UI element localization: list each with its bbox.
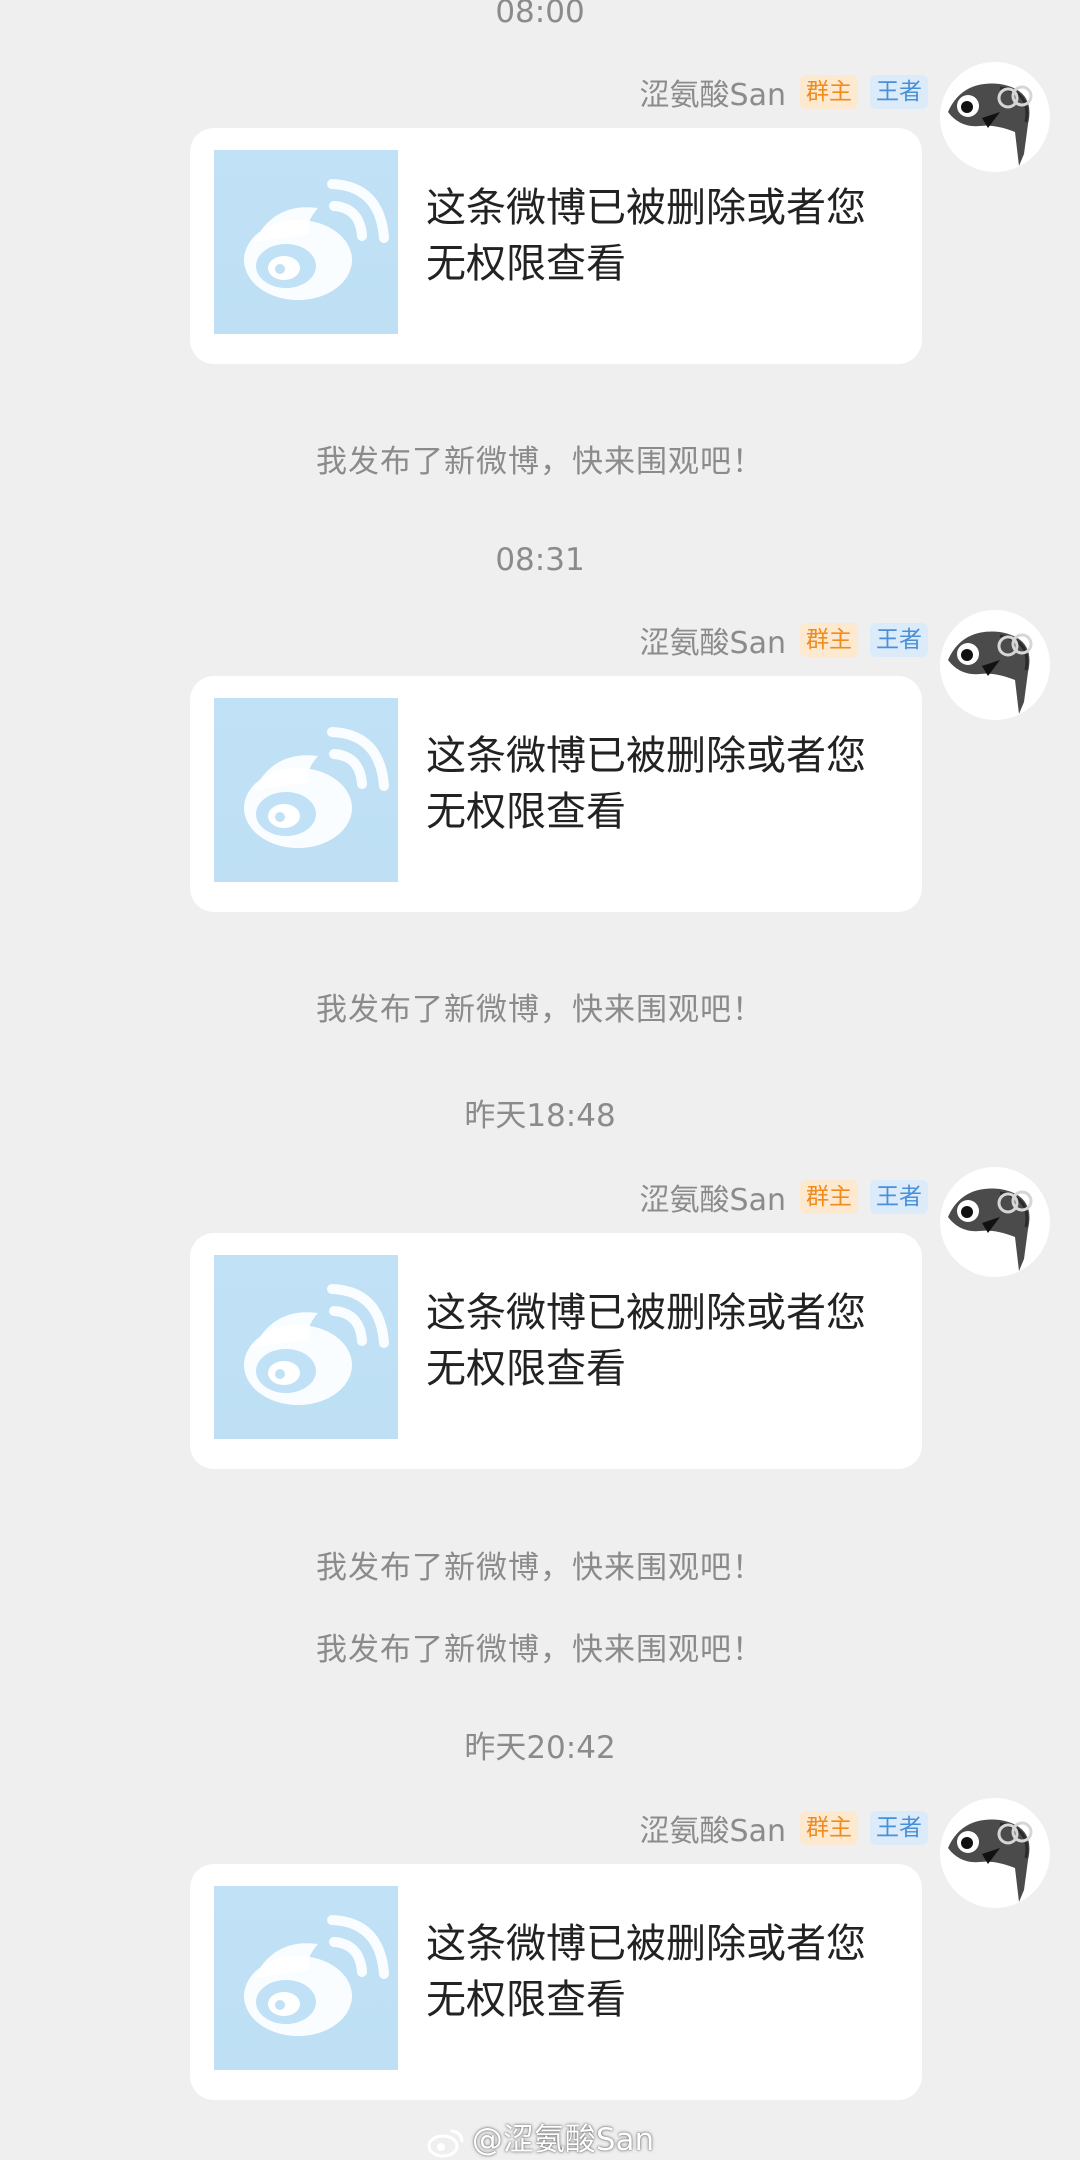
watermark-text: @涩氨酸San xyxy=(471,2122,655,2158)
sender-name[interactable]: 涩氨酸San xyxy=(640,70,786,114)
avatar[interactable] xyxy=(940,1798,1050,1908)
weibo-logo-icon xyxy=(244,1915,389,2036)
weibo-thumbnail xyxy=(214,698,398,882)
level-badge: 王者 xyxy=(870,1180,928,1214)
level-badge: 王者 xyxy=(870,75,928,109)
weibo-thumbnail xyxy=(214,150,398,334)
system-notice: 我发布了新微博，快来围观吧！ xyxy=(316,992,764,1028)
sender-name[interactable]: 涩氨酸San xyxy=(640,1175,786,1219)
avatar[interactable] xyxy=(940,610,1050,720)
owner-badge: 群主 xyxy=(800,1180,858,1214)
sender-row: 涩氨酸San 群主 王者 xyxy=(640,1175,928,1219)
weibo-logo-icon xyxy=(244,727,389,848)
sender-name[interactable]: 涩氨酸San xyxy=(640,618,786,662)
card-text: 这条微博已被删除或者您无权限查看 xyxy=(426,1290,866,1392)
avatar[interactable] xyxy=(940,62,1050,172)
weibo-share-card[interactable]: 这条微博已被删除或者您无权限查看 xyxy=(190,1864,922,2100)
level-badge: 王者 xyxy=(870,1811,928,1845)
penguin-avatar-icon xyxy=(948,1819,1033,1902)
card-text: 这条微博已被删除或者您无权限查看 xyxy=(426,733,866,835)
penguin-avatar-icon xyxy=(948,631,1033,714)
timestamp: 昨天18:48 xyxy=(464,1098,616,1134)
penguin-avatar-icon xyxy=(948,1188,1033,1271)
owner-badge: 群主 xyxy=(800,623,858,657)
penguin-avatar-icon xyxy=(948,83,1033,166)
sender-row: 涩氨酸San 群主 王者 xyxy=(640,618,928,662)
weibo-share-card[interactable]: 这条微博已被删除或者您无权限查看 xyxy=(190,128,922,364)
chat-message: 涩氨酸San 群主 王者 这条微博已被删除或者您无权限查看 xyxy=(0,610,1080,920)
sender-row: 涩氨酸San 群主 王者 xyxy=(640,1806,928,1850)
sender-row: 涩氨酸San 群主 王者 xyxy=(640,70,928,114)
weibo-thumbnail xyxy=(214,1886,398,2070)
weibo-share-card[interactable]: 这条微博已被删除或者您无权限查看 xyxy=(190,676,922,912)
owner-badge: 群主 xyxy=(800,1811,858,1845)
chat-message: 涩氨酸San 群主 王者 这条微博已被删除或者您无权限查看 xyxy=(0,1167,1080,1477)
timestamp: 昨天20:42 xyxy=(464,1730,616,1766)
avatar[interactable] xyxy=(940,1167,1050,1277)
chat-message: 涩氨酸San 群主 王者 这条微博已被删除或者您无权限查看 xyxy=(0,62,1080,372)
owner-badge: 群主 xyxy=(800,75,858,109)
timestamp: 08:00 xyxy=(495,0,585,30)
weibo-thumbnail xyxy=(214,1255,398,1439)
weibo-logo-icon xyxy=(427,2129,464,2157)
weibo-share-card[interactable]: 这条微博已被删除或者您无权限查看 xyxy=(190,1233,922,1469)
timestamp: 08:31 xyxy=(495,542,585,578)
system-notice: 我发布了新微博，快来围观吧！ xyxy=(316,1632,764,1668)
level-badge: 王者 xyxy=(870,623,928,657)
system-notice: 我发布了新微博，快来围观吧！ xyxy=(316,444,764,480)
weibo-logo-icon xyxy=(244,1284,389,1405)
system-notice: 我发布了新微博，快来围观吧！ xyxy=(316,1550,764,1586)
watermark: @涩氨酸San xyxy=(0,2114,1080,2159)
chat-message: 涩氨酸San 群主 王者 这条微博已被删除或者您无权限查看 xyxy=(0,1798,1080,2108)
card-text: 这条微博已被删除或者您无权限查看 xyxy=(426,185,866,287)
weibo-logo-icon xyxy=(244,179,389,300)
card-text: 这条微博已被删除或者您无权限查看 xyxy=(426,1921,866,2023)
sender-name[interactable]: 涩氨酸San xyxy=(640,1806,786,1850)
